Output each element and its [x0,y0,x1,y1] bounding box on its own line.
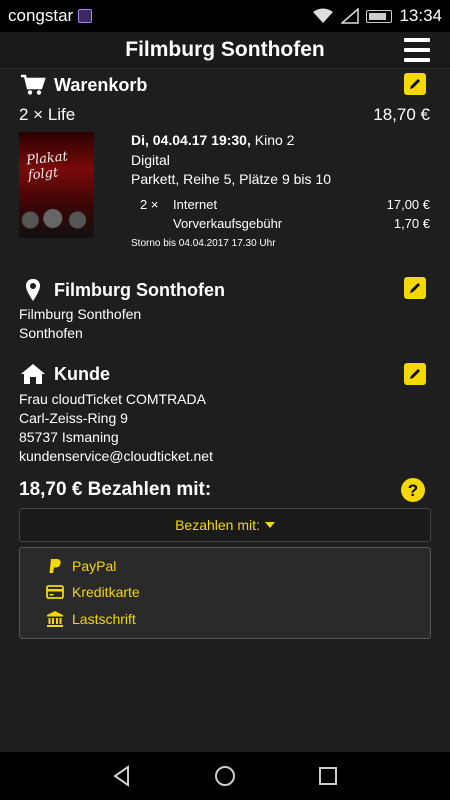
showtime: Di, 04.04.17 19:30, [131,132,251,148]
carrier-name: congstar [8,6,74,25]
edit-customer-button[interactable] [404,363,426,385]
line1-price: 17,00 € [386,197,430,212]
paypal-icon [49,559,61,573]
customer-header: Kunde [20,363,110,385]
payment-option-kreditkarte[interactable]: Kreditkarte [46,584,140,600]
line1-qty: 2 × [140,197,159,212]
line2-price: 1,70 € [393,216,430,231]
recents-icon[interactable] [316,764,340,788]
customer-line3: 85737 Ismaning [19,429,119,445]
payment-option-paypal[interactable]: PayPal [46,557,116,575]
pencil-icon [410,79,420,89]
home-nav-icon[interactable] [213,764,237,788]
line1-label: Internet [173,197,218,212]
status-icons: 13:34 [312,6,442,26]
seats: Parkett, Reihe 5, Plätze 9 bis 10 [131,171,331,187]
payment-method-select[interactable]: Bezahlen mit: [19,508,431,542]
system-navigation-bar [0,752,450,800]
poster-text: Plakat folgt [25,149,69,184]
storno-note: Storno bis 04.04.2017 17.30 Uhr [131,238,276,249]
payment-option-lastschrift[interactable]: Lastschrift [46,610,136,628]
app-bar: Filmburg Sonthofen [0,32,450,69]
menu-icon[interactable] [404,38,430,62]
home-icon [21,364,45,384]
customer-email: kundenservice@cloudticket.net [19,448,213,464]
customer-line1: Frau cloudTicket COMTRADA [19,391,206,407]
credit-card-icon [46,585,64,599]
cart-icon [21,74,46,95]
svg-text:?: ? [408,481,418,500]
clock: 13:34 [399,6,442,25]
showtime-line: Di, 04.04.17 19:30, Kino 2 [131,132,294,148]
pencil-icon [410,283,420,293]
pencil-icon [410,369,420,379]
customer-line2: Carl-Zeiss-Ring 9 [19,410,128,426]
sim-icon [78,9,93,23]
status-bar: congstar 13:34 [0,0,450,32]
cart-item-title: 2 × Life [19,105,76,124]
battery-icon [366,9,393,23]
cart-item-total: 18,70 € [373,105,430,124]
bank-icon [47,611,63,627]
wifi-icon [313,8,334,23]
movie-poster: Plakat folgt [19,132,94,238]
cinema-title: Filmburg Sonthofen [54,279,225,300]
caret-down-icon [264,522,275,528]
help-icon[interactable]: ? [400,477,426,503]
hall: Kino 2 [250,132,295,148]
cart-title: Warenkorb [54,74,148,95]
cinema-header: Filmburg Sonthofen [20,278,225,302]
edit-cinema-button[interactable] [404,277,426,299]
payment-select-label: Bezahlen mit: [175,517,260,533]
line2-label: Vorverkaufsgebühr [173,216,283,231]
signal-icon [341,8,360,24]
cinema-line2: Sonthofen [19,325,83,341]
format: Digital [131,152,170,168]
back-icon[interactable] [110,764,134,788]
cart-header: Warenkorb [20,74,147,96]
location-pin-icon [26,279,40,301]
page-title: Filmburg Sonthofen [125,38,325,61]
edit-cart-button[interactable] [404,73,426,95]
payment-heading: 18,70 € Bezahlen mit: [19,479,212,500]
payment-options-list: PayPal Kreditkarte Lastschrift [19,547,431,639]
customer-title: Kunde [54,363,110,384]
cinema-line1: Filmburg Sonthofen [19,306,142,322]
